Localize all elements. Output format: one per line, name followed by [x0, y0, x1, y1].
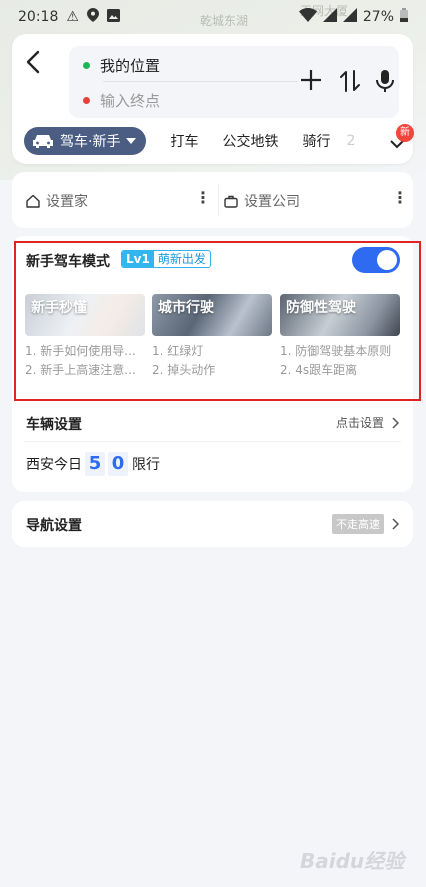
level-label: Lv1 [122, 251, 154, 267]
car-icon [33, 135, 53, 148]
more-tabs-button[interactable]: 新 [388, 124, 414, 154]
restriction-number: 5 [85, 452, 105, 476]
set-home-button[interactable]: 设置家 [26, 191, 88, 211]
feature-title: 城市行驶 [158, 300, 214, 316]
navigation-settings-action: 不走高速 [332, 514, 399, 534]
vehicle-settings-title: 车辆设置 [26, 417, 82, 433]
origin-field[interactable]: 我的位置 [83, 55, 160, 76]
battery-icon [400, 8, 408, 26]
avoid-highway-tag: 不走高速 [332, 514, 384, 534]
feature-card-city[interactable]: 城市行驶 1. 红绿灯 2. 掉头动作 [152, 294, 272, 378]
restriction-number: 0 [108, 452, 128, 476]
vehicle-settings-label: 点击设置 [335, 416, 384, 430]
dropdown-caret-icon [126, 138, 137, 144]
novice-mode-title: 新手驾车模式 [26, 254, 110, 270]
chevron-right-icon [392, 416, 399, 429]
novice-mode-toggle[interactable] [352, 247, 400, 273]
warning-icon: ⚠ [66, 9, 79, 25]
tab-cycling[interactable]: 骑行 [302, 131, 330, 151]
chevron-right-icon [392, 518, 399, 530]
route-input-box: 我的位置 输入终点 [69, 46, 399, 118]
status-time: 20:18 [18, 9, 59, 25]
level-badge: Lv1 萌新出发 [121, 250, 211, 268]
location-icon [86, 8, 99, 26]
watermark: Baidu经验 [300, 849, 405, 873]
signal-icon [322, 8, 337, 26]
divider [24, 441, 401, 442]
feature-title: 新手秒懂 [31, 300, 87, 316]
signal-icon [342, 8, 357, 26]
briefcase-icon [224, 195, 238, 208]
origin-text: 我的位置 [100, 57, 161, 75]
destination-placeholder: 输入终点 [100, 92, 161, 110]
origin-dot [83, 62, 90, 69]
navigation-settings-title: 导航设置 [26, 518, 82, 534]
set-home-label: 设置家 [46, 194, 88, 210]
tab-label: 驾车·新手 [60, 134, 121, 150]
tab-transit[interactable]: 公交地铁 [222, 131, 278, 151]
feature-item: 1. 红绿灯 [152, 344, 204, 358]
feature-image: 防御性驾驶 [280, 294, 400, 336]
feature-item: 2. 4s跟车距离 [280, 363, 358, 377]
add-waypoint-icon[interactable] [299, 69, 323, 96]
saved-places-card: 设置家 ⋮ 设置公司 ⋮ [12, 172, 413, 228]
set-company-label: 设置公司 [244, 194, 300, 210]
level-text: 萌新出发 [157, 252, 206, 266]
feature-item: 2. 掉头动作 [152, 363, 216, 377]
navigation-settings-row[interactable]: 导航设置 不走高速 [12, 501, 413, 547]
tab-more-faded: 2 [346, 133, 356, 149]
home-more-icon[interactable]: ⋮ [195, 190, 211, 206]
swap-route-icon[interactable] [338, 69, 362, 98]
travel-mode-tabs: 驾车·新手 打车 公交地铁 骑行 2 [24, 126, 404, 156]
destination-dot [83, 97, 90, 104]
wifi-icon [298, 8, 317, 26]
feature-item: 1. 防御驾驶基本原则 [280, 344, 392, 358]
back-arrow-icon [26, 50, 40, 74]
divider [103, 81, 298, 82]
feature-item: 2. 新手上高速注意... [25, 363, 136, 377]
destination-field[interactable]: 输入终点 [83, 90, 160, 111]
feature-card-newbie[interactable]: 新手秒懂 1. 新手如何使用导... 2. 新手上高速注意... [25, 294, 145, 378]
feature-card-defensive[interactable]: 防御性驾驶 1. 防御驾驶基本原则 2. 4s跟车距离 [280, 294, 400, 378]
restriction-prefix: 西安今日 [26, 457, 82, 473]
home-icon [26, 194, 40, 208]
toggle-knob [377, 250, 397, 270]
tab-taxi[interactable]: 打车 [170, 131, 198, 151]
feature-image: 新手秒懂 [25, 294, 145, 336]
feature-image: 城市行驶 [152, 294, 272, 336]
feature-title: 防御性驾驶 [286, 300, 356, 316]
divider [218, 184, 219, 216]
vehicle-settings-button[interactable]: 点击设置 [336, 414, 399, 431]
set-company-button[interactable]: 设置公司 [224, 191, 300, 211]
tab-drive-novice[interactable]: 驾车·新手 [24, 127, 147, 155]
battery-level: 27% [362, 9, 394, 25]
traffic-restriction: 西安今日 5 0 限行 [26, 452, 160, 476]
route-search-card: 我的位置 输入终点 驾车·新手 打车 公交地铁 骑行 2 新 [12, 34, 414, 164]
status-bar: 20:18 ⚠ 27% [0, 0, 426, 34]
company-more-icon[interactable]: ⋮ [392, 190, 408, 206]
image-icon [106, 8, 120, 26]
driving-settings-card: 新手驾车模式 Lv1 萌新出发 新手秒懂 1. 新手如何使用导... 2. 新手… [12, 236, 421, 492]
feature-item: 1. 新手如何使用导... [25, 344, 136, 358]
restriction-suffix: 限行 [132, 457, 160, 473]
microphone-icon[interactable] [373, 69, 397, 98]
new-badge: 新 [396, 124, 414, 142]
back-button[interactable] [26, 50, 50, 76]
